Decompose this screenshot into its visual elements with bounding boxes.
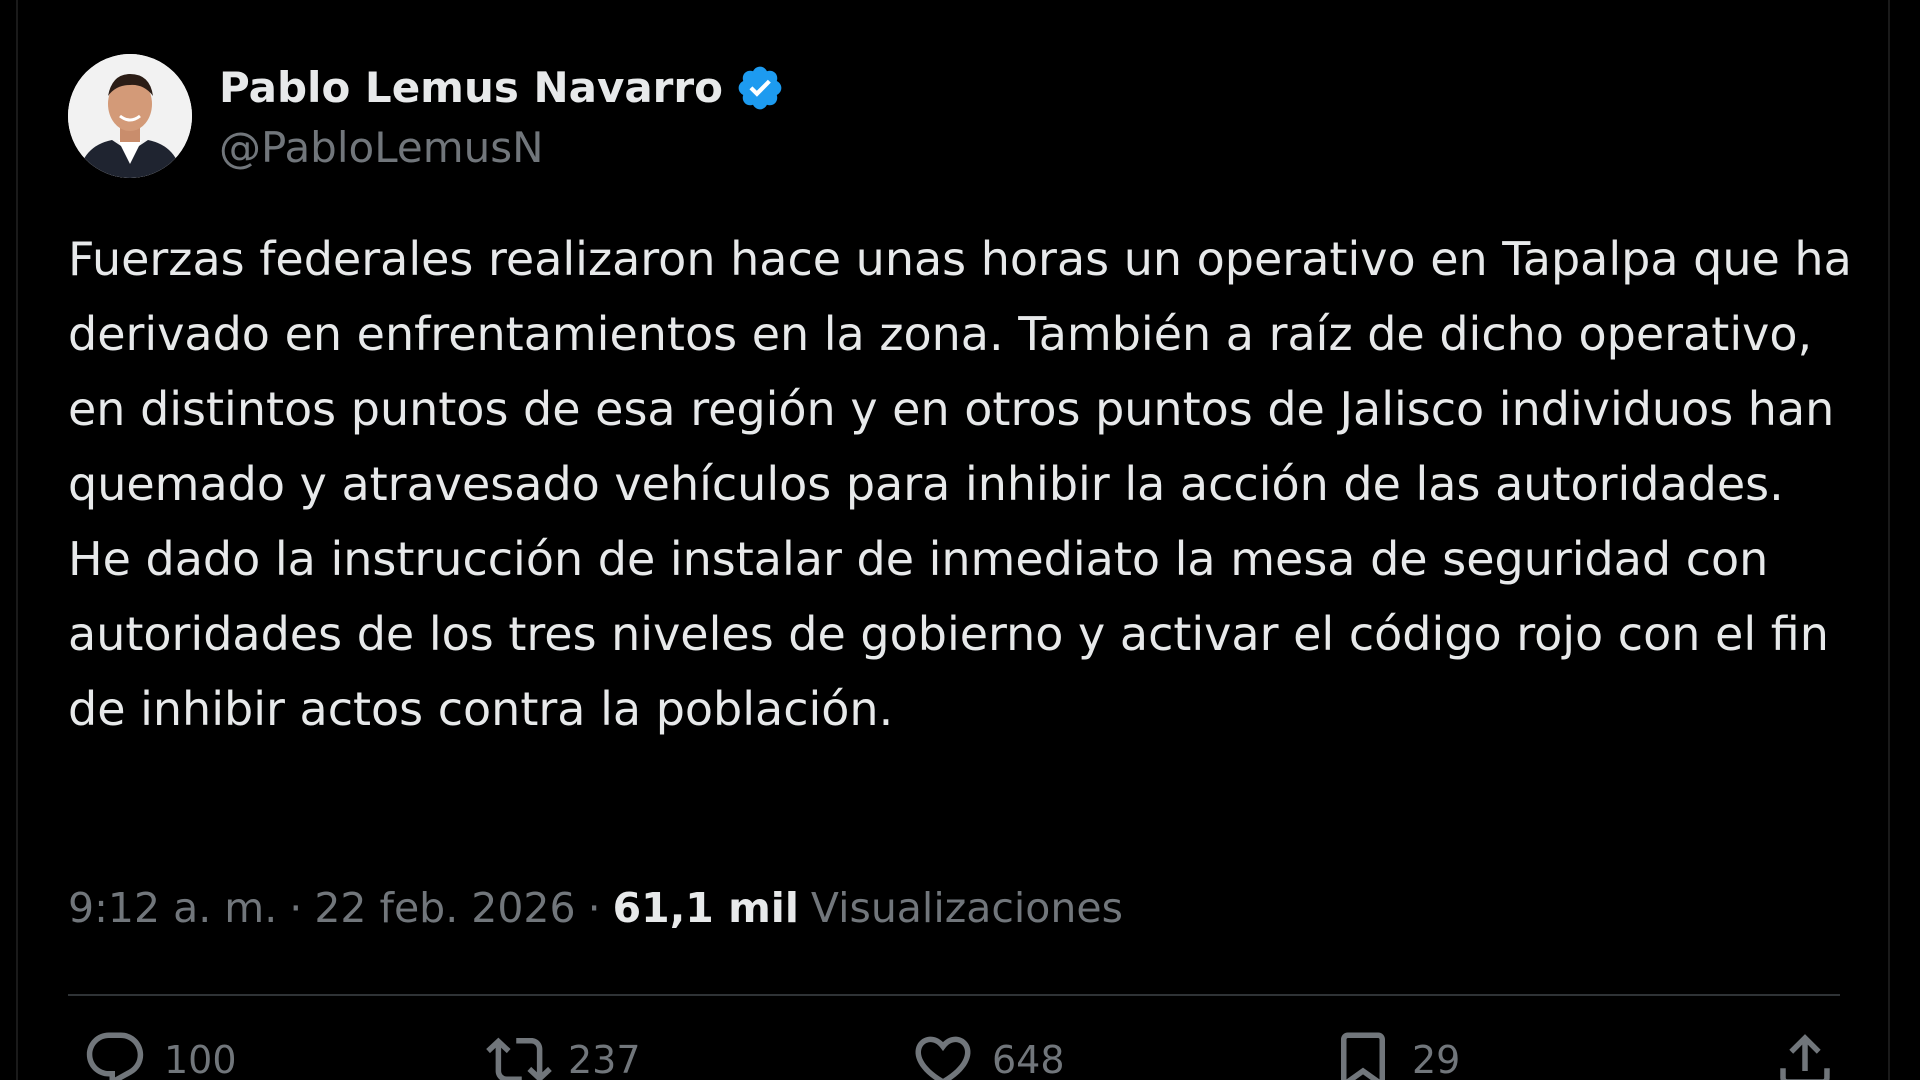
repost-icon <box>486 1037 552 1080</box>
repost-button[interactable]: 237 <box>486 1030 641 1080</box>
meta-separator: · <box>289 884 303 932</box>
reply-count: 100 <box>164 1038 237 1080</box>
like-button[interactable]: 648 <box>910 1030 1065 1080</box>
like-count: 648 <box>992 1038 1065 1080</box>
divider <box>68 994 1840 996</box>
bookmark-count: 29 <box>1412 1038 1461 1080</box>
avatar[interactable] <box>68 54 192 178</box>
tweet-meta: 9:12 a. m. · 22 feb. 2026 · 61,1 mil Vis… <box>68 880 1123 936</box>
reply-button[interactable]: 100 <box>82 1030 237 1080</box>
views-label[interactable]: Visualizaciones <box>811 884 1123 932</box>
tweet-time[interactable]: 9:12 a. m. <box>68 884 277 932</box>
bookmark-icon <box>1341 1032 1385 1080</box>
author-name-row: Pablo Lemus Navarro <box>219 60 785 116</box>
avatar-photo <box>68 54 192 178</box>
tweet-paragraph-1: Fuerzas federales realizaron hace unas h… <box>68 232 1852 511</box>
author-handle[interactable]: @PabloLemusN <box>219 120 544 176</box>
reply-icon <box>86 1032 144 1080</box>
tweet-text: Fuerzas federales realizaron hace unas h… <box>68 222 1858 747</box>
bookmark-button[interactable]: 29 <box>1330 1030 1460 1080</box>
share-icon <box>1780 1034 1830 1080</box>
verified-badge-icon <box>738 66 782 110</box>
tweet-date[interactable]: 22 feb. 2026 <box>314 884 575 932</box>
views-count[interactable]: 61,1 mil <box>613 884 799 932</box>
share-button[interactable] <box>1772 1030 1838 1080</box>
repost-count: 237 <box>568 1038 641 1080</box>
action-bar: 100 237 648 29 <box>68 1030 1840 1080</box>
author-name[interactable]: Pablo Lemus Navarro <box>219 60 723 116</box>
tweet-paragraph-2: He dado la instrucción de instalar de in… <box>68 532 1829 736</box>
like-icon <box>915 1036 971 1080</box>
meta-separator: · <box>587 884 601 932</box>
